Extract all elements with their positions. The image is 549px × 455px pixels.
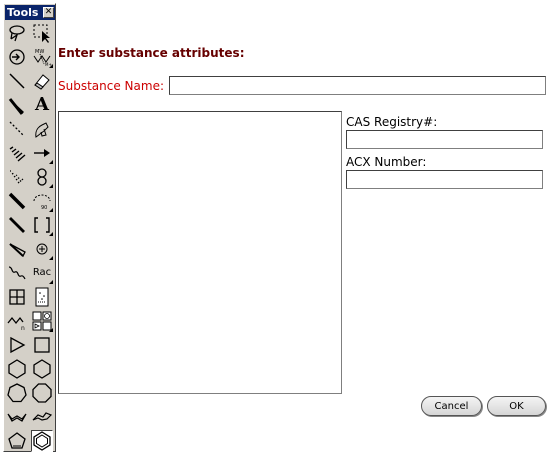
hexagon-ring-icon[interactable] [31, 358, 53, 380]
orbital-icon[interactable] [31, 166, 53, 188]
tools-palette: Tools ✕ MW M+ A 90 Rac n [3, 3, 56, 452]
heptagon-ring-icon[interactable] [6, 382, 28, 404]
bond-hashed-icon[interactable] [6, 142, 28, 164]
table-icon[interactable] [6, 286, 28, 308]
acx-number-label: ACX Number: [346, 155, 427, 169]
svg-text:n: n [21, 325, 25, 332]
text-icon[interactable]: A [31, 94, 53, 116]
bond-wavy-icon[interactable] [6, 262, 28, 284]
eraser-icon[interactable] [31, 70, 53, 92]
text-tool-glyph: A [35, 94, 49, 115]
bracket-icon[interactable] [31, 214, 53, 236]
bond-bold-icon[interactable] [6, 190, 28, 212]
benzene-icon[interactable] [31, 430, 53, 452]
mass-fragment-icon[interactable]: MW M+ [31, 46, 53, 68]
rotate-icon[interactable] [6, 46, 28, 68]
bond-dashed-icon[interactable] [6, 118, 28, 140]
substance-name-input[interactable] [169, 76, 546, 95]
close-icon[interactable]: ✕ [43, 7, 54, 18]
bond-single-icon[interactable] [6, 70, 28, 92]
octagon-ring-icon[interactable] [31, 382, 53, 404]
triangle-icon[interactable] [6, 334, 28, 356]
structure-drawing-area[interactable] [58, 111, 342, 394]
acx-number-input[interactable] [346, 170, 543, 189]
form-heading: Enter substance attributes: [58, 46, 245, 60]
square-icon[interactable] [31, 334, 53, 356]
pentagon-ring-icon[interactable] [6, 358, 28, 380]
marquee-select-icon[interactable] [31, 22, 53, 44]
rac-label: Rac [32, 267, 52, 278]
lasso-select-icon[interactable] [6, 22, 28, 44]
bond-wedge-icon[interactable] [6, 214, 28, 236]
cas-registry-label: CAS Registry#: [346, 115, 438, 129]
cyclopentadiene-icon[interactable] [6, 430, 28, 452]
substance-name-label: Substance Name: [58, 79, 164, 93]
cyclohexane-chair1-icon[interactable] [6, 406, 28, 428]
bond-hashed-wedge-icon[interactable] [6, 166, 28, 188]
palette-title: Tools [7, 6, 39, 19]
arc-icon[interactable]: 90 [31, 190, 53, 212]
chain-icon[interactable]: n [6, 310, 28, 332]
rac-label-icon[interactable]: Rac [31, 262, 53, 284]
pen-icon[interactable] [31, 118, 53, 140]
arrow-icon[interactable] [31, 142, 53, 164]
palette-title-bar[interactable]: Tools ✕ [5, 5, 55, 20]
charge-icon[interactable] [31, 238, 53, 260]
cancel-button[interactable]: Cancel [421, 396, 482, 416]
cas-registry-input[interactable] [346, 130, 543, 149]
svg-text:90: 90 [41, 205, 47, 211]
cyclohexane-chair2-icon[interactable] [31, 406, 53, 428]
bond-wedge-hollow-icon[interactable] [6, 94, 28, 116]
svg-text:MW: MW [35, 49, 44, 55]
tlc-plate-icon[interactable] [31, 286, 53, 308]
template-icon[interactable] [31, 310, 53, 332]
ok-button[interactable]: OK [487, 396, 546, 416]
bond-hollow-wedge-icon[interactable] [6, 238, 28, 260]
